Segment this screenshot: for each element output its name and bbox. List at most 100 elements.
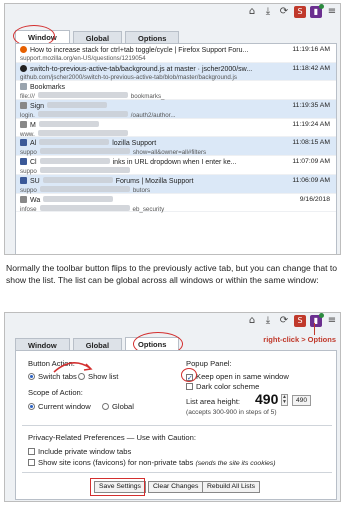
- mozilla-icon: [20, 158, 27, 166]
- list-item[interactable]: Cl inks in URL dropdown when I enter ke..…: [16, 156, 336, 175]
- redacted-text: [37, 129, 128, 136]
- list-item-title: M: [20, 120, 265, 130]
- annotation-box-save: [90, 478, 145, 496]
- list-height-label: List area height:: [186, 397, 241, 406]
- show-icons-option[interactable]: Show site icons (favicons) for non-priva…: [28, 458, 276, 467]
- list-item[interactable]: Mwww. 11:19:24 AM: [16, 119, 336, 138]
- url-text: infose: [20, 205, 37, 213]
- title-text: Al: [30, 140, 37, 148]
- list-item-time: 11:19:35 AM: [292, 102, 330, 110]
- include-private-option[interactable]: Include private window tabs: [28, 447, 131, 456]
- redacted-text: [37, 92, 128, 99]
- popup-heading: Popup Panel:: [186, 359, 232, 368]
- extension-red-icon[interactable]: S: [294, 6, 306, 18]
- title-text: Wa: [30, 196, 41, 204]
- list-item-time: 11:08:15 AM: [292, 139, 330, 147]
- list-item-time: 11:18:42 AM: [292, 64, 330, 72]
- toolbar: ⌂ ⤓ ⟳ S ▮ ≡: [246, 313, 338, 329]
- radio-icon[interactable]: [102, 403, 109, 410]
- redacted-text: [39, 158, 110, 165]
- github-icon: [20, 64, 27, 72]
- list-item-title: Bookmarks: [20, 83, 265, 92]
- scope-heading: Scope of Action:: [28, 388, 83, 397]
- list-item[interactable]: SU Forums | Mozilla Support suppo butors 11:…: [16, 174, 336, 194]
- checkbox-icon[interactable]: [186, 383, 193, 390]
- title-text: Cl: [30, 159, 37, 167]
- sync-icon[interactable]: ⟳: [278, 315, 290, 327]
- mozilla-icon: [20, 176, 27, 184]
- clear-changes-button[interactable]: Clear Changes: [148, 481, 204, 493]
- annotation-arc-arrow: [53, 362, 93, 373]
- home-icon[interactable]: ⌂: [246, 315, 258, 327]
- current-window-option[interactable]: Current window: [28, 402, 91, 411]
- download-icon[interactable]: ⤓: [262, 6, 274, 18]
- download-icon[interactable]: ⤓: [262, 315, 274, 327]
- list-item-title: Sign: [20, 102, 265, 111]
- list-item-url: support.mozilla.org/en-US/questions/1219…: [20, 55, 265, 63]
- redacted-text: [38, 120, 99, 127]
- sync-icon[interactable]: ⟳: [278, 6, 290, 18]
- list-item-title: Wa: [20, 195, 265, 205]
- home-icon[interactable]: ⌂: [246, 6, 258, 18]
- list-item-title: How to increase stack for ctrl+tab toggl…: [20, 46, 265, 55]
- title-text: Bookmarks: [30, 84, 66, 92]
- menu-icon[interactable]: ≡: [326, 6, 338, 18]
- extension-purple-icon[interactable]: ▮: [310, 4, 324, 18]
- divider: [22, 425, 332, 426]
- rebuild-lists-button[interactable]: Rebuild All Lists: [202, 481, 260, 493]
- explanation-text: Normally the toolbar button flips to the…: [6, 263, 338, 286]
- list-item[interactable]: Bookmarks file:///bookmarks_: [16, 81, 336, 100]
- list-item-title: switch-to-previous-active-tab/background…: [20, 64, 265, 74]
- keep-open-option[interactable]: ✓ Keep open in same window: [186, 372, 289, 382]
- title-text-tail: lozilla Support: [112, 140, 157, 148]
- redacted-text: [39, 139, 110, 146]
- title-text: SU: [30, 177, 40, 185]
- list-item-time: 11:19:24 AM: [292, 120, 330, 128]
- checkbox-icon[interactable]: [28, 459, 35, 466]
- title-text-tail: Forums | Mozilla Support: [115, 177, 194, 185]
- mozilla-icon: [20, 139, 27, 147]
- annotation-arrow: [314, 323, 324, 335]
- global-option[interactable]: Global: [102, 402, 134, 411]
- list-item-url: github.com/jscher2000/switch-to-previous…: [20, 74, 265, 82]
- list-item-title: Cl inks in URL dropdown when I enter ke..…: [20, 158, 265, 167]
- annotation-right-click: right-click > Options: [263, 335, 336, 344]
- list-height-apply-button[interactable]: 490: [292, 395, 312, 406]
- list-item[interactable]: switch-to-previous-active-tab/background…: [16, 62, 336, 82]
- url-text: github.com/jscher2000/switch-to-previous…: [20, 73, 238, 81]
- list-height-hint: (accepts 300-900 in steps of 5): [186, 409, 277, 416]
- toolbar: ⌂ ⤓ ⟳ S ▮ ≡: [246, 4, 338, 20]
- page-icon: [20, 195, 27, 203]
- title-text-tail: inks in URL dropdown when I enter ke...: [112, 159, 237, 167]
- list-item[interactable]: Al lozilla Support suppo show=all&owner=all…: [16, 137, 336, 156]
- divider: [22, 472, 332, 473]
- list-item[interactable]: Wa infose eb_security 9/16/2018: [16, 194, 336, 213]
- list-item-title: SU Forums | Mozilla Support: [20, 176, 265, 186]
- page-icon: [20, 102, 27, 110]
- redacted-text: [43, 195, 114, 202]
- list-item[interactable]: Sign login./oauth2/author... 11:19:35 AM: [16, 100, 336, 119]
- options-screenshot: ⌂ ⤓ ⟳ S ▮ ≡ right-click > Options Window…: [4, 312, 341, 502]
- title-text: How to increase stack for ctrl+tab toggl…: [30, 47, 249, 54]
- url-text: support.mozilla.org/en-US/questions/1219…: [20, 55, 146, 62]
- list-item-title: Al lozilla Support: [20, 139, 265, 148]
- redacted-text: [39, 185, 130, 192]
- checkbox-icon[interactable]: [28, 448, 35, 455]
- title-text: switch-to-previous-active-tab/background…: [30, 65, 253, 73]
- list-height-input[interactable]: 490: [255, 391, 278, 407]
- url-text-tail: eb_security: [132, 205, 165, 213]
- radio-icon[interactable]: [28, 403, 35, 410]
- tab-list: How to increase stack for ctrl+tab toggl…: [15, 43, 337, 254]
- spinner-arrows-icon[interactable]: ▲ ▼: [281, 394, 288, 406]
- redacted-text: [37, 111, 128, 118]
- bookmark-icon: [20, 83, 27, 91]
- list-item-time: 11:19:16 AM: [292, 46, 330, 53]
- radio-icon[interactable]: [28, 373, 35, 380]
- page-icon: [20, 120, 27, 128]
- redacted-text: [39, 167, 130, 174]
- list-item[interactable]: How to increase stack for ctrl+tab toggl…: [16, 44, 336, 63]
- menu-icon[interactable]: ≡: [326, 315, 338, 327]
- list-item-time: 11:07:09 AM: [292, 158, 330, 166]
- extension-red-icon[interactable]: S: [294, 315, 306, 327]
- dark-scheme-option[interactable]: Dark color scheme: [186, 382, 259, 391]
